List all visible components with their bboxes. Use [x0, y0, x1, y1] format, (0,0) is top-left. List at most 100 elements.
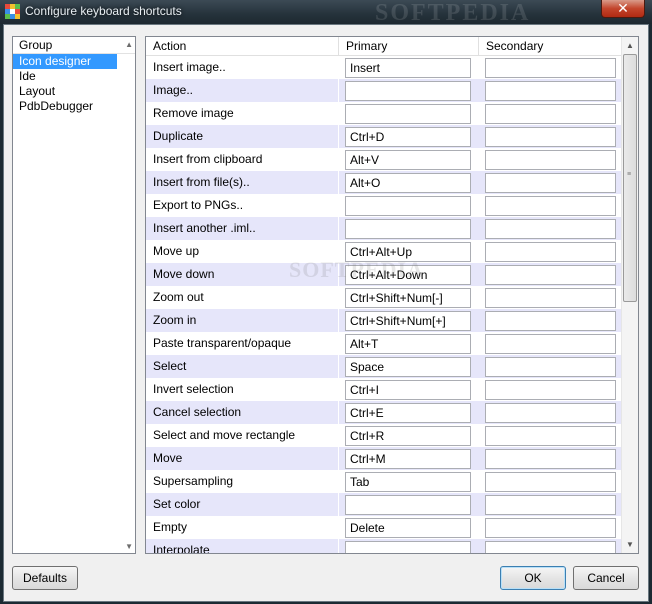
primary-shortcut-field[interactable]: Alt+V [345, 150, 471, 170]
primary-shortcut-field[interactable] [345, 196, 471, 216]
group-item[interactable]: Icon designer [13, 54, 117, 69]
primary-shortcut-field[interactable]: Delete [345, 518, 471, 538]
table-row[interactable]: Zoom in Ctrl+Shift+Num[+] [146, 309, 622, 332]
column-header-action[interactable]: Action [146, 37, 339, 56]
secondary-shortcut-field[interactable] [485, 81, 616, 101]
table-row[interactable]: Insert image.. Insert [146, 56, 622, 79]
primary-shortcut-field[interactable]: Alt+O [345, 173, 471, 193]
secondary-shortcut-field[interactable] [485, 311, 616, 331]
table-row[interactable]: Move up Ctrl+Alt+Up [146, 240, 622, 263]
table-row[interactable]: Insert from file(s).. Alt+O [146, 171, 622, 194]
group-item[interactable]: Ide [13, 69, 135, 84]
table-row[interactable]: Invert selection Ctrl+I [146, 378, 622, 401]
secondary-cell [479, 470, 622, 493]
secondary-shortcut-field[interactable] [485, 472, 616, 492]
secondary-cell [479, 516, 622, 539]
secondary-shortcut-field[interactable] [485, 380, 616, 400]
secondary-shortcut-field[interactable] [485, 265, 616, 285]
primary-shortcut-field[interactable]: Ctrl+M [345, 449, 471, 469]
primary-shortcut-field[interactable]: Tab [345, 472, 471, 492]
primary-shortcut-field[interactable]: Ctrl+R [345, 426, 471, 446]
secondary-cell [479, 401, 622, 424]
secondary-cell [479, 447, 622, 470]
table-row[interactable]: Duplicate Ctrl+D [146, 125, 622, 148]
primary-shortcut-field[interactable]: Ctrl+Shift+Num[-] [345, 288, 471, 308]
app-grid-icon [5, 4, 20, 19]
primary-shortcut-field[interactable]: Ctrl+E [345, 403, 471, 423]
secondary-cell [479, 148, 622, 171]
action-label: Insert image.. [146, 56, 339, 79]
action-label: Duplicate [146, 125, 339, 148]
ok-button[interactable]: OK [500, 566, 566, 590]
close-button[interactable]: ✕ [601, 0, 645, 18]
primary-shortcut-field[interactable] [345, 81, 471, 101]
secondary-shortcut-field[interactable] [485, 495, 616, 515]
scroll-down-icon[interactable]: ▼ [622, 536, 638, 553]
table-row[interactable]: Image.. [146, 79, 622, 102]
secondary-shortcut-field[interactable] [485, 219, 616, 239]
secondary-shortcut-field[interactable] [485, 104, 616, 124]
secondary-shortcut-field[interactable] [485, 357, 616, 377]
primary-shortcut-field[interactable]: Ctrl+D [345, 127, 471, 147]
table-row[interactable]: Zoom out Ctrl+Shift+Num[-] [146, 286, 622, 309]
secondary-shortcut-field[interactable] [485, 150, 616, 170]
cancel-button[interactable]: Cancel [573, 566, 639, 590]
table-row[interactable]: Cancel selection Ctrl+E [146, 401, 622, 424]
secondary-shortcut-field[interactable] [485, 58, 616, 78]
primary-shortcut-field[interactable]: Ctrl+Alt+Down [345, 265, 471, 285]
secondary-shortcut-field[interactable] [485, 127, 616, 147]
table-row[interactable]: Paste transparent/opaque Alt+T [146, 332, 622, 355]
table-row[interactable]: Set color [146, 493, 622, 516]
table-row[interactable]: Export to PNGs.. [146, 194, 622, 217]
table-row[interactable]: Select Space [146, 355, 622, 378]
group-item[interactable]: Layout [13, 84, 135, 99]
secondary-shortcut-field[interactable] [485, 288, 616, 308]
table-row[interactable]: Supersampling Tab [146, 470, 622, 493]
watermark: SOFTPEDIA [375, 0, 531, 26]
secondary-cell [479, 493, 622, 516]
primary-shortcut-field[interactable] [345, 541, 471, 553]
primary-shortcut-field[interactable]: Space [345, 357, 471, 377]
secondary-shortcut-field[interactable] [485, 403, 616, 423]
primary-shortcut-field[interactable]: Ctrl+Alt+Up [345, 242, 471, 262]
action-label: Export to PNGs.. [146, 194, 339, 217]
scroll-up-icon[interactable]: ▲ [622, 37, 638, 54]
primary-shortcut-field[interactable]: Ctrl+I [345, 380, 471, 400]
action-label: Insert another .iml.. [146, 217, 339, 240]
table-row[interactable]: Remove image [146, 102, 622, 125]
action-label: Image.. [146, 79, 339, 102]
secondary-shortcut-field[interactable] [485, 541, 616, 553]
primary-shortcut-field[interactable] [345, 104, 471, 124]
table-row[interactable]: Interpolate [146, 539, 622, 553]
secondary-shortcut-field[interactable] [485, 426, 616, 446]
primary-shortcut-field[interactable]: Insert [345, 58, 471, 78]
primary-shortcut-field[interactable]: Alt+T [345, 334, 471, 354]
group-scroll-down-icon[interactable]: ▼ [125, 542, 133, 551]
column-header-primary[interactable]: Primary [339, 37, 479, 56]
primary-shortcut-field[interactable]: Ctrl+Shift+Num[+] [345, 311, 471, 331]
table-row[interactable]: Insert from clipboard Alt+V [146, 148, 622, 171]
table-row[interactable]: Empty Delete [146, 516, 622, 539]
table-row[interactable]: Move down Ctrl+Alt+Down [146, 263, 622, 286]
secondary-shortcut-field[interactable] [485, 518, 616, 538]
secondary-shortcut-field[interactable] [485, 196, 616, 216]
secondary-shortcut-field[interactable] [485, 242, 616, 262]
table-scrollbar[interactable]: ▲ ≡ ▼ [621, 37, 638, 553]
table-row[interactable]: Select and move rectangle Ctrl+R [146, 424, 622, 447]
group-item[interactable]: PdbDebugger [13, 99, 135, 114]
primary-shortcut-field[interactable] [345, 219, 471, 239]
defaults-button[interactable]: Defaults [12, 566, 78, 590]
table-row[interactable]: Insert another .iml.. [146, 217, 622, 240]
primary-cell: Alt+O [339, 171, 479, 194]
primary-cell: Ctrl+D [339, 125, 479, 148]
group-scroll-up-icon[interactable]: ▲ [125, 40, 133, 49]
secondary-shortcut-field[interactable] [485, 334, 616, 354]
secondary-shortcut-field[interactable] [485, 449, 616, 469]
primary-shortcut-field[interactable] [345, 495, 471, 515]
secondary-shortcut-field[interactable] [485, 173, 616, 193]
scroll-thumb[interactable]: ≡ [623, 54, 637, 302]
group-list[interactable]: Group Icon designer Ide Layout PdbDebugger … [12, 36, 136, 554]
secondary-cell [479, 424, 622, 447]
table-row[interactable]: Move Ctrl+M [146, 447, 622, 470]
column-header-secondary[interactable]: Secondary [479, 37, 622, 56]
